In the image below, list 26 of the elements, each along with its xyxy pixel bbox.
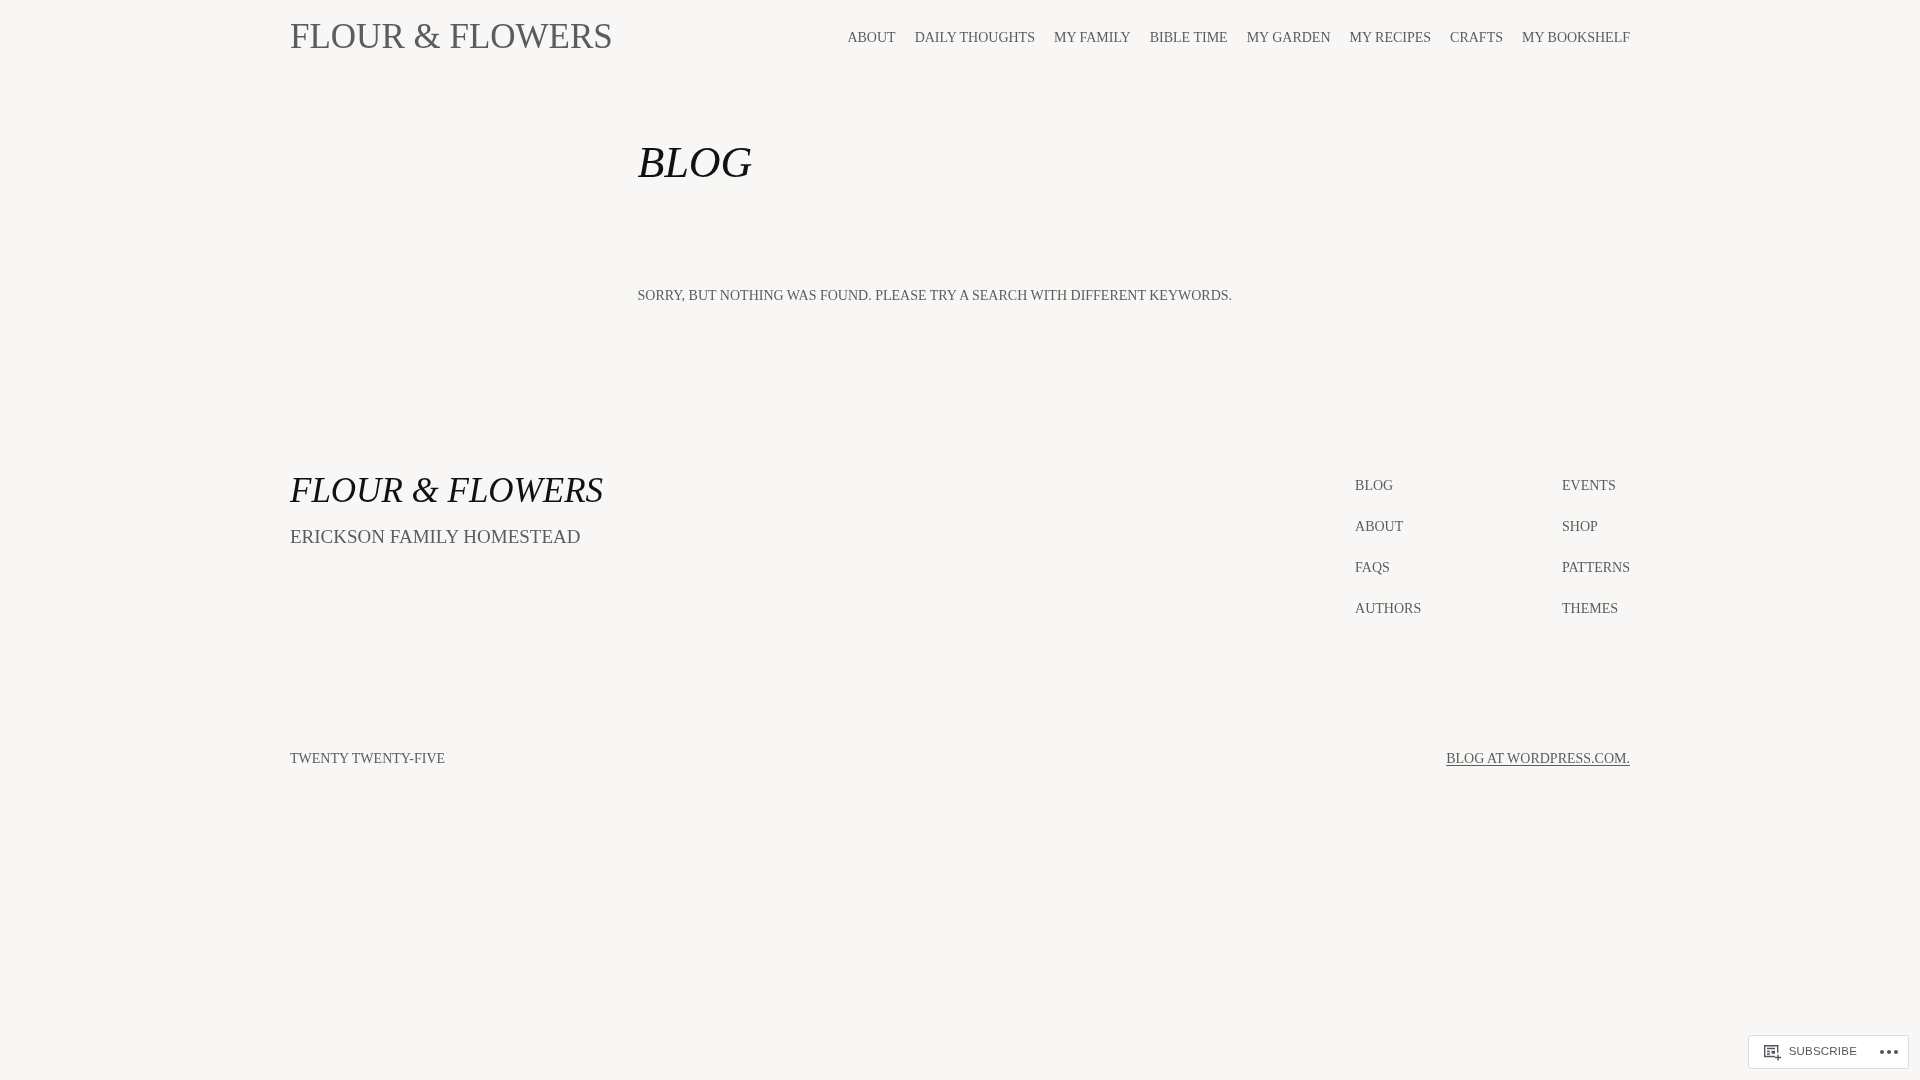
footer-link[interactable]: BLOG: [1355, 474, 1394, 497]
nav-link[interactable]: CRAFTS: [1450, 26, 1503, 48]
footer-link[interactable]: SHOP: [1562, 515, 1598, 538]
footer-site-title[interactable]: FLOUR & FLOWERS: [290, 466, 604, 515]
page-title: BLOG: [637, 137, 754, 189]
site-tagline: ERICKSON FAMILY HOMESTEAD: [290, 524, 581, 549]
nav-link[interactable]: MY GARDEN: [1246, 26, 1331, 48]
footer-link[interactable]: ABOUT: [1355, 515, 1404, 538]
theme-credit: TWENTY TWENTY-FIVE: [290, 749, 446, 768]
nav-link[interactable]: BIBLE TIME: [1149, 26, 1228, 48]
site-title[interactable]: FLOUR & FLOWERS: [290, 16, 613, 58]
subscribe-button[interactable]: SUBSCRIBE: [1762, 1043, 1857, 1061]
nav-link[interactable]: ABOUT: [847, 26, 896, 48]
nav-link[interactable]: DAILY THOUGHTS: [914, 26, 1035, 48]
footer-link[interactable]: EVENTS: [1562, 474, 1616, 497]
nav-link[interactable]: MY RECIPES: [1349, 26, 1432, 48]
wordpress-link[interactable]: BLOG AT WORDPRESS.COM.: [1446, 747, 1630, 769]
footer-link[interactable]: FAQS: [1355, 556, 1390, 579]
no-results-message: SORRY, BUT NOTHING WAS FOUND. PLEASE TRY A SEARCH WITH DIFFERENT KEYWORDS.: [637, 286, 1234, 305]
footer-link[interactable]: PATTERNS: [1562, 556, 1630, 579]
nav-link[interactable]: MY BOOKSHELF: [1522, 26, 1630, 48]
footer-link[interactable]: AUTHORS: [1355, 597, 1422, 620]
nav-link[interactable]: MY FAMILY: [1053, 26, 1131, 48]
more-icon[interactable]: [1880, 1050, 1898, 1054]
footer-link[interactable]: THEMES: [1562, 597, 1619, 620]
document-plus-icon: [1762, 1043, 1781, 1061]
